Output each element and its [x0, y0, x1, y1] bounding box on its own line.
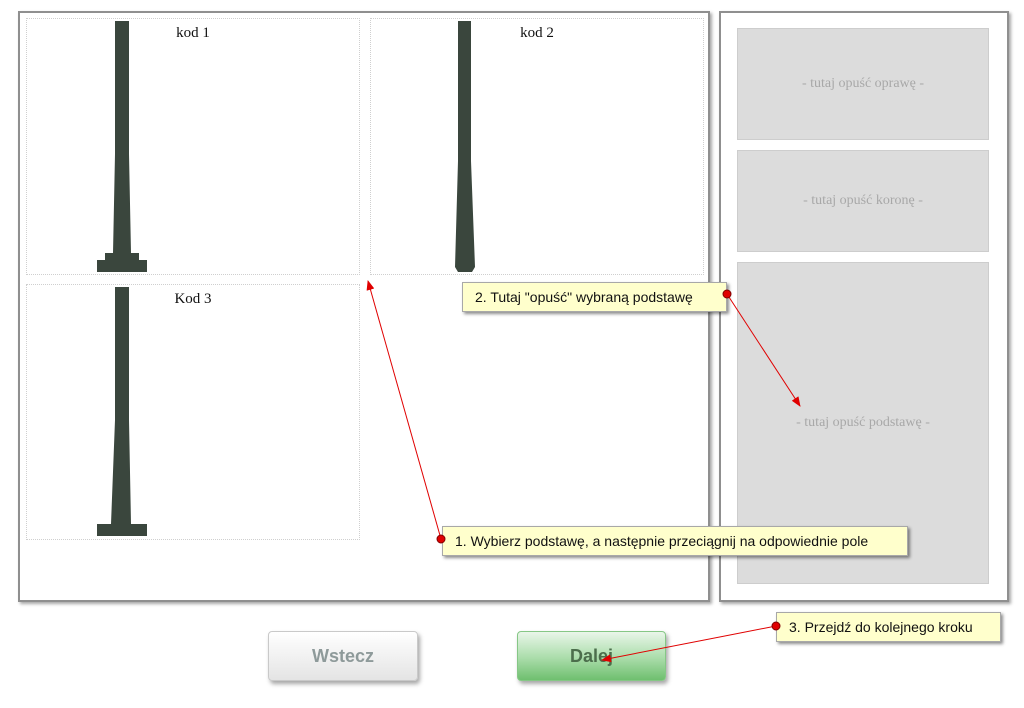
arrow-step-1-dot [436, 534, 446, 544]
arrow-step-3 [601, 625, 777, 663]
arrow-step-2 [726, 293, 801, 407]
arrow-step-2-dot [722, 289, 732, 299]
arrow-step-3-dot [771, 621, 781, 631]
arrow-step-1 [366, 280, 442, 540]
annotation-arrows [366, 280, 801, 663]
